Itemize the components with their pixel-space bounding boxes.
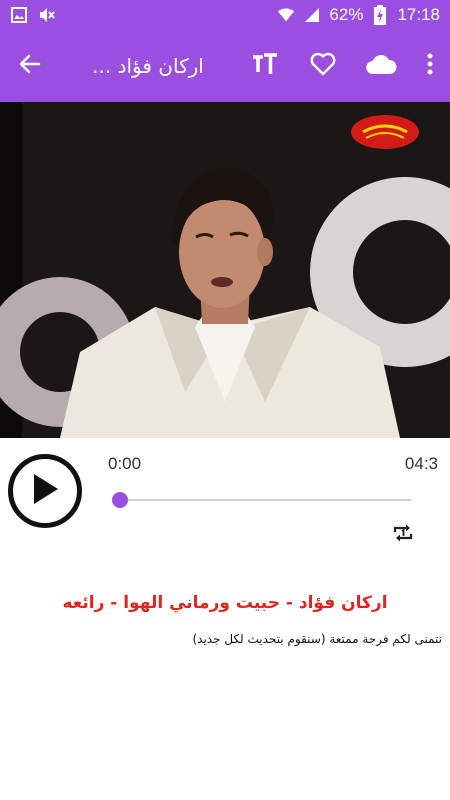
favorite-button[interactable] [294, 30, 352, 102]
song-description: نتمنى لكم فرجة ممتعة (سنقوم بتحديث لكل ج… [192, 632, 442, 646]
play-icon [30, 472, 60, 510]
channel-logo [351, 115, 419, 149]
download-button[interactable] [352, 30, 410, 102]
battery-charging-icon [371, 5, 389, 25]
repeat-one-button[interactable] [388, 520, 418, 550]
current-time: 0:00 [108, 454, 142, 473]
status-time: 17:18 [397, 5, 440, 24]
repeat-one-icon [391, 521, 415, 549]
seek-track [120, 499, 411, 501]
cloud-icon [365, 53, 397, 79]
more-options-button[interactable] [410, 30, 450, 102]
mute-icon [38, 6, 56, 24]
heart-icon [310, 52, 336, 80]
audio-player: 0:00 04:3 [0, 438, 450, 568]
text-size-icon [252, 53, 278, 79]
battery-percentage: 62% [329, 5, 364, 24]
seek-bar[interactable] [112, 490, 411, 510]
more-vert-icon [427, 53, 433, 79]
status-bar: 62% 17:18 [0, 0, 450, 30]
back-arrow-icon [18, 52, 42, 80]
back-button[interactable] [0, 30, 60, 102]
play-button[interactable] [8, 454, 82, 528]
wifi-icon [277, 6, 295, 24]
app-bar: اركان فؤاد ... [0, 30, 450, 102]
seek-thumb[interactable] [112, 492, 128, 508]
duration: 04:3 [404, 454, 438, 473]
image-icon [10, 6, 28, 24]
page-title: اركان فؤاد ... [92, 54, 204, 78]
video-thumbnail[interactable] [0, 102, 450, 438]
song-title: اركان فؤاد - حبيت ورماني الهوا - رائعه [62, 593, 388, 613]
signal-icon [303, 6, 321, 24]
text-size-button[interactable] [236, 30, 294, 102]
singer-image [0, 102, 450, 438]
